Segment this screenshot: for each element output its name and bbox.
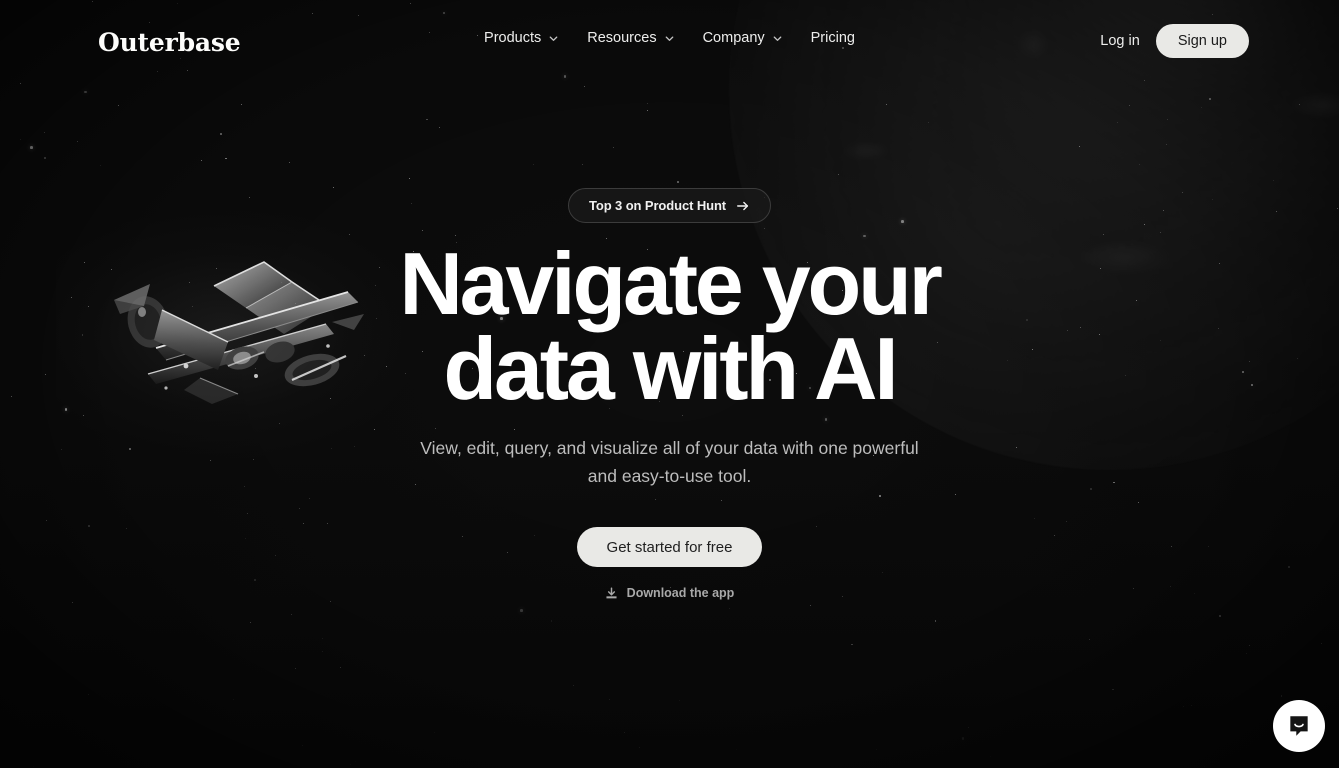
nav-item-label: Pricing: [810, 30, 855, 46]
product-hunt-badge[interactable]: Top 3 on Product Hunt: [567, 188, 772, 223]
login-link[interactable]: Log in: [1100, 33, 1140, 49]
page-title: Navigate your data with AI: [399, 234, 943, 419]
chat-bubble-icon: [1290, 716, 1308, 736]
signup-button[interactable]: Sign up: [1155, 24, 1249, 58]
nav-item-label: Company: [702, 30, 765, 46]
chevron-down-icon: [549, 35, 558, 41]
product-hunt-badge-label: Top 3 on Product Hunt: [588, 198, 727, 213]
nav-item-label: Products: [484, 30, 542, 46]
auth-actions: Log in Sign up: [1100, 24, 1249, 58]
nav-item-label: Resources: [587, 30, 657, 46]
nav-item-products[interactable]: Products: [484, 30, 559, 46]
get-started-button[interactable]: Get started for free: [576, 527, 763, 568]
satellite-illustration: [56, 208, 426, 458]
chat-widget-button[interactable]: [1273, 700, 1325, 752]
hero-subtitle: View, edit, query, and visualize all of …: [420, 437, 919, 487]
download-app-label: Download the app: [626, 586, 735, 601]
chevron-down-icon: [665, 35, 673, 41]
site-header: Outerbase Products Resources Company Pri…: [0, 0, 1339, 84]
nav-item-pricing[interactable]: Pricing: [811, 30, 855, 46]
download-icon: [606, 587, 617, 599]
arrow-right-icon: [737, 201, 749, 210]
download-app-link[interactable]: Download the app: [605, 586, 735, 601]
nav-item-resources[interactable]: Resources: [587, 30, 674, 46]
landing-page: Outerbase Products Resources Company Pri…: [0, 0, 1339, 768]
chevron-down-icon: [773, 35, 781, 41]
nav-item-company[interactable]: Company: [703, 30, 783, 46]
